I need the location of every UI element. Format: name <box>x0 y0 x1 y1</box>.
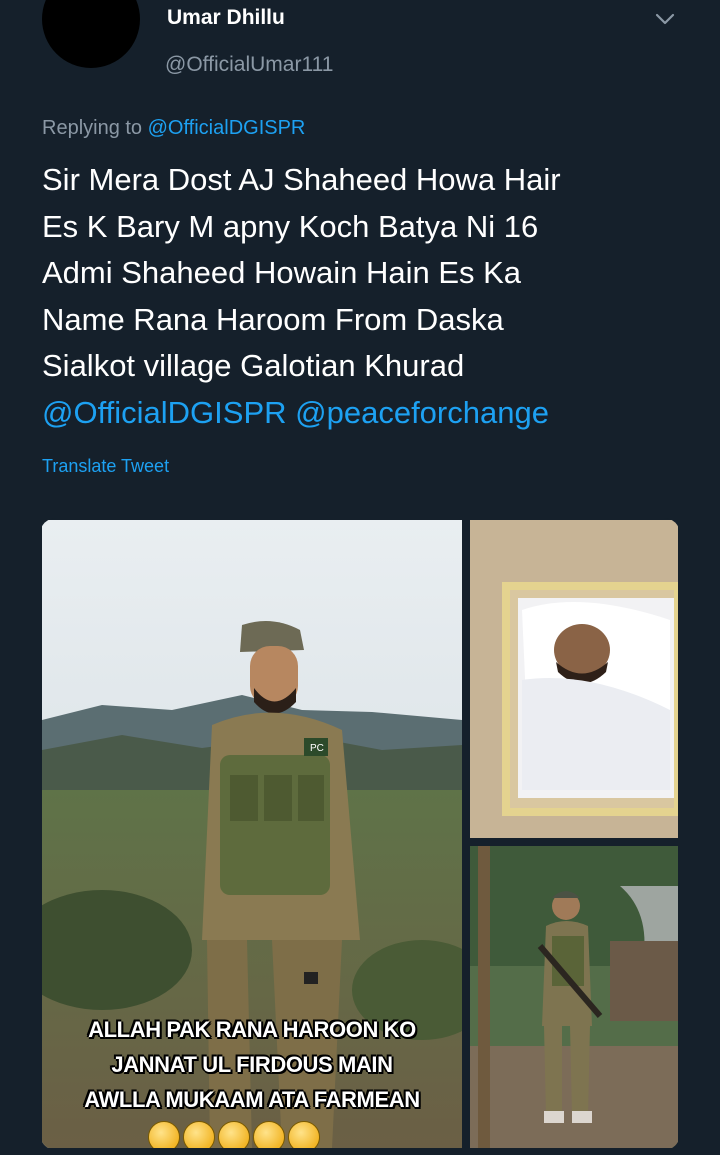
tweet-media[interactable]: PC ALLAH PAK RANA HAROON KO JANNAT UL FI… <box>40 518 680 1150</box>
media-image-soldier-portrait[interactable]: PC ALLAH PAK RANA HAROON KO JANNAT UL FI… <box>42 520 462 1148</box>
tweet-line: Es K Bary M apny Koch Batya Ni 16 <box>42 208 539 244</box>
chevron-down-icon[interactable] <box>652 6 678 32</box>
crying-face-icon <box>218 1121 250 1148</box>
replying-to-mention[interactable]: @OfficialDGISPR <box>148 117 306 139</box>
shoulder-patch-text: PC <box>310 743 324 754</box>
tweet-line: Sialkot village Galotian Khurad <box>42 348 465 383</box>
emoji-row <box>148 1121 323 1148</box>
crying-face-icon <box>148 1121 180 1148</box>
crying-face-icon <box>253 1121 285 1148</box>
avatar[interactable] <box>42 0 140 68</box>
tweet-line: Name Rana Haroom From Daska <box>42 301 504 337</box>
tweet-text: Sir Mera Dost AJ Shaheed Howa Hair Es K … <box>42 157 682 436</box>
tweet-line: Admi Shaheed Howain Hain Es Ka <box>42 255 522 290</box>
mention-link[interactable]: @peaceforchange <box>295 395 549 430</box>
replying-to-label: Replying to <box>42 117 148 139</box>
author-handle[interactable]: @OfficialUmar111 <box>165 53 333 77</box>
caption-line: JANNAT UL FIRDOUS MAIN <box>111 1052 393 1077</box>
replying-to: Replying to @OfficialDGISPR <box>42 117 305 140</box>
media-image-framed-photo[interactable] <box>470 520 678 838</box>
author-name[interactable]: Umar Dhillu <box>167 6 285 30</box>
tweet-line: Sir Mera Dost AJ Shaheed Howa Hair <box>42 162 561 197</box>
media-image-soldier-standing[interactable] <box>470 846 678 1148</box>
caption-line: ALLAH PAK RANA HAROON KO <box>88 1017 416 1042</box>
caption-line: AWLLA MUKAAM ATA FARMEAN <box>84 1087 420 1112</box>
crying-face-icon <box>288 1121 320 1148</box>
framed-photo-illustration <box>470 520 678 838</box>
crying-face-icon <box>183 1121 215 1148</box>
soldier-standing-illustration <box>470 846 678 1148</box>
mention-link[interactable]: @OfficialDGISPR <box>42 395 287 430</box>
tweet-mentions-line: @OfficialDGISPR @peaceforchange <box>42 390 682 437</box>
translate-tweet-link[interactable]: Translate Tweet <box>42 456 169 477</box>
